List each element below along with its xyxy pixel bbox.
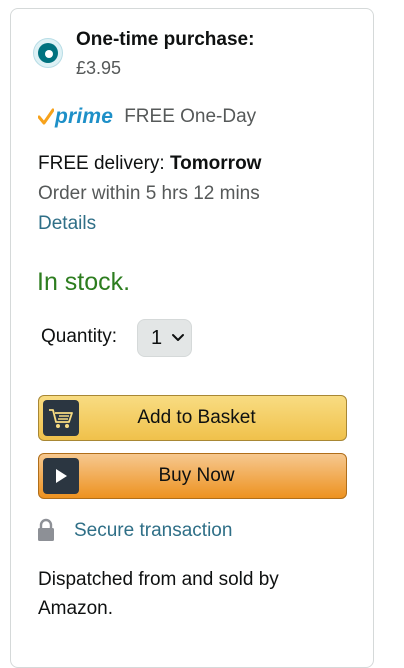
play-icon [56,469,67,483]
one-time-purchase-radio[interactable] [33,38,63,68]
shopping-cart-icon [49,409,73,428]
order-within-countdown: Order within 5 hrs 12 mins [38,183,260,204]
seller-info: Dispatched from and sold by Amazon. [38,569,279,619]
lock-icon [38,518,54,541]
buy-now-button[interactable]: Buy Now [38,453,347,499]
prime-check-icon [38,108,54,125]
prime-delivery-label: FREE One-Day [124,106,257,127]
purchase-option-title[interactable]: One-time purchase: [76,29,254,51]
add-to-basket-button[interactable]: Add to Basket [38,395,347,441]
prime-logo: prime [38,105,113,129]
basket-icon-box [43,400,79,436]
prime-logo-text: prime [55,105,114,128]
quantity-value: 1 [151,326,163,349]
prime-delivery-row: prime FREE One-Day [38,103,256,131]
add-to-basket-label: Add to Basket [137,407,256,428]
quantity-select[interactable]: 1 [137,319,192,357]
quantity-label: Quantity: [41,326,118,347]
delivery-prefix: FREE delivery: [38,153,170,174]
delivery-date: Tomorrow [169,153,262,174]
stock-status: In stock. [37,268,131,296]
secure-transaction-link[interactable]: Secure transaction [74,520,232,542]
purchase-price: £3.95 [76,58,122,78]
delivery-details-link[interactable]: Details [38,213,96,235]
chevron-down-icon [172,334,185,341]
radio-selected-dot [45,50,53,58]
delivery-info: FREE delivery: Tomorrow [38,153,261,175]
buy-now-label: Buy Now [158,465,235,486]
buy-now-icon-box [43,458,79,494]
